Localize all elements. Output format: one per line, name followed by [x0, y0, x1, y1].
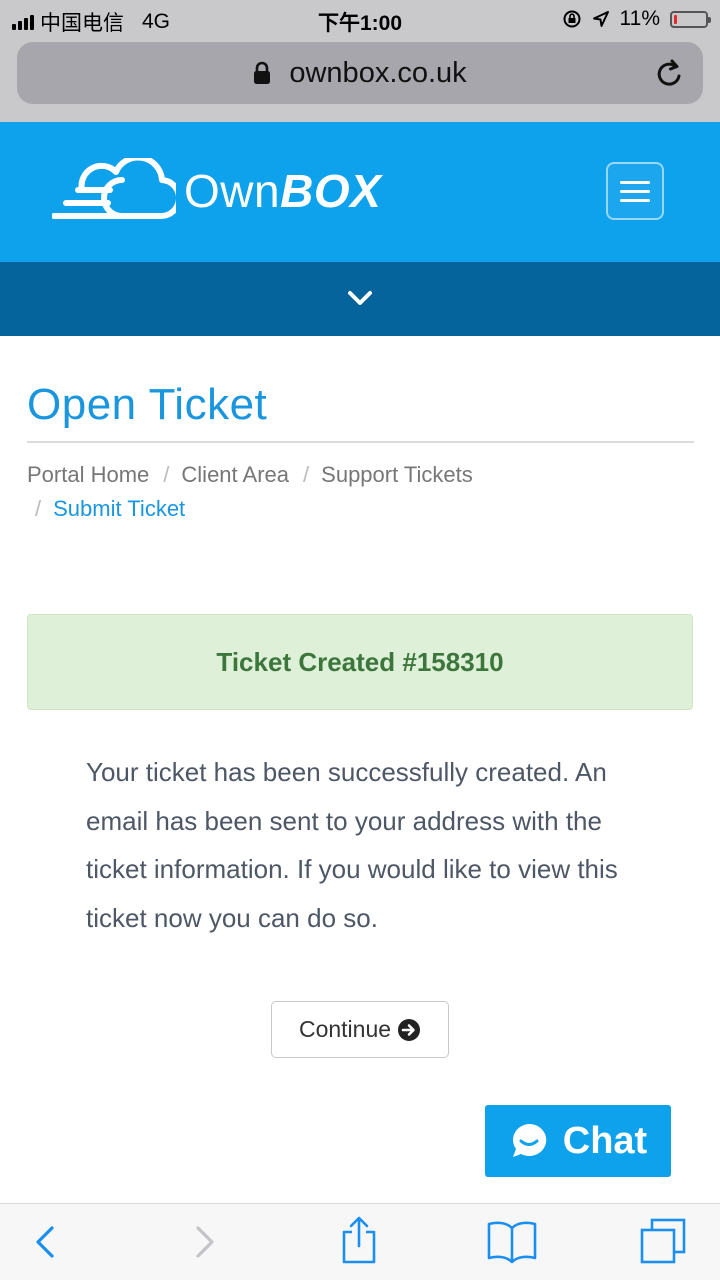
secondary-nav-toggle[interactable] — [0, 262, 720, 336]
breadcrumb-separator: / — [163, 462, 170, 487]
chat-label: Chat — [562, 1119, 648, 1162]
battery-percent: 11% — [619, 7, 660, 30]
brand-name-light: Own — [184, 165, 281, 217]
chat-bubble-icon — [512, 1123, 546, 1157]
lock-icon — [254, 62, 271, 85]
breadcrumb-client-area[interactable]: Client Area — [181, 462, 289, 487]
back-icon[interactable] — [32, 1220, 58, 1264]
share-icon[interactable] — [338, 1214, 380, 1266]
address-bar[interactable]: ownbox.co.uk — [17, 42, 703, 104]
bookmarks-icon[interactable] — [486, 1218, 538, 1264]
orientation-lock-icon — [563, 10, 581, 28]
url-text: ownbox.co.uk — [289, 56, 467, 89]
battery-level — [674, 14, 677, 24]
chat-button[interactable]: Chat — [485, 1105, 671, 1177]
breadcrumb-separator: / — [303, 462, 310, 487]
page-title: Open Ticket — [27, 380, 268, 429]
status-right: 11% — [562, 7, 711, 31]
browser-toolbar — [0, 1203, 720, 1280]
breadcrumb-separator: / — [35, 496, 42, 521]
breadcrumb-portal-home[interactable]: Portal Home — [27, 462, 149, 487]
site-header: OwnBOX — [0, 122, 720, 262]
battery-icon — [670, 10, 711, 28]
breadcrumb: Portal Home / Client Area / Support Tickets /… — [27, 458, 697, 526]
chevron-down-icon[interactable] — [346, 286, 374, 310]
brand-name-bold: BOX — [280, 165, 382, 217]
title-divider — [27, 441, 694, 443]
location-icon — [592, 11, 609, 27]
breadcrumb-support-tickets[interactable]: Support Tickets — [321, 462, 473, 487]
continue-label: Continue — [298, 1016, 392, 1042]
breadcrumb-submit-ticket[interactable]: Submit Ticket — [53, 496, 185, 521]
forward-icon[interactable] — [192, 1220, 218, 1264]
success-alert: Ticket Created #158310 — [27, 614, 693, 710]
arrow-circle-right-icon — [398, 1018, 421, 1041]
hamburger-menu-icon[interactable] — [606, 162, 664, 220]
tabs-icon[interactable] — [638, 1216, 688, 1266]
continue-button[interactable]: Continue — [271, 1001, 449, 1058]
brand-logo[interactable]: OwnBOX — [52, 158, 381, 224]
status-bar: 中国电信 4G 下午1:00 11% — [0, 0, 720, 38]
confirmation-message: Your ticket has been successfully create… — [86, 757, 618, 933]
cloud-logo-icon — [52, 158, 176, 220]
url-display[interactable]: ownbox.co.uk — [17, 56, 703, 90]
brand-name: OwnBOX — [184, 164, 381, 218]
reload-icon[interactable] — [655, 58, 685, 90]
